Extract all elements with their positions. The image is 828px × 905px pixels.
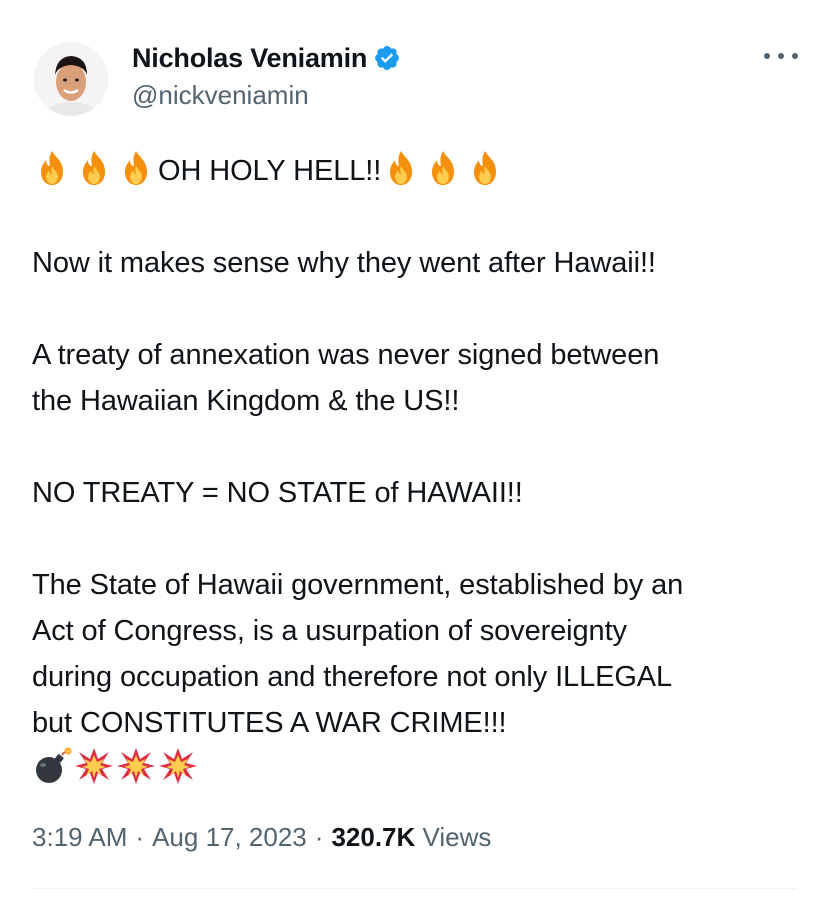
fire-emoji-icon — [116, 148, 156, 188]
tweet-line-1: OH HOLY HELL!! — [32, 148, 802, 194]
tweet-text: OH HOLY HELL!! Now it makes sense why th… — [32, 148, 802, 792]
views-label: Views — [422, 822, 492, 852]
tweet-paragraph-3-line-2: the Hawaiian Kingdom & the US!! — [32, 385, 460, 417]
tweet-closing-emoji — [32, 746, 802, 792]
avatar[interactable] — [34, 42, 108, 116]
fire-emoji-icon — [423, 148, 463, 188]
tweet-paragraph-2: Now it makes sense why they went after H… — [32, 247, 656, 279]
tweet-paragraph-3-line-1: A treaty of annexation was never signed … — [32, 339, 660, 371]
divider — [32, 888, 796, 889]
verified-badge-icon[interactable] — [373, 44, 401, 72]
dot-icon — [792, 53, 798, 59]
separator-dot: · — [135, 822, 145, 852]
fire-emoji-icon — [465, 148, 505, 188]
tweet-paragraph-4: NO TREATY = NO STATE of HAWAII!! — [32, 477, 523, 509]
views-count[interactable]: 320.7K — [331, 822, 415, 852]
dot-icon — [764, 53, 770, 59]
fire-emoji-icon — [32, 148, 72, 188]
dot-icon — [778, 53, 784, 59]
more-options-button[interactable] — [764, 42, 798, 70]
author-handle[interactable]: @nickveniamin — [132, 80, 309, 111]
fire-emoji-icon — [381, 148, 421, 188]
author-display-name[interactable]: Nicholas Veniamin — [132, 43, 367, 74]
tweet-paragraph-5-line-3: during occupation and therefore not only… — [32, 661, 673, 693]
tweet-time[interactable]: 3:19 AM — [32, 822, 127, 852]
tweet-metadata: 3:19 AM · Aug 17, 2023 · 320.7K Views — [32, 822, 491, 853]
tweet-paragraph-5-line-1: The State of Hawaii government, establis… — [32, 569, 684, 601]
collision-emoji-icon — [158, 746, 198, 786]
bomb-emoji-icon — [32, 746, 72, 786]
avatar-photo — [34, 42, 108, 116]
tweet-paragraph-5-line-2: Act of Congress, is a usurpation of sove… — [32, 615, 627, 647]
tweet-line-1-text: OH HOLY HELL!! — [158, 155, 382, 187]
fire-emoji-icon — [74, 148, 114, 188]
collision-emoji-icon — [74, 746, 114, 786]
collision-emoji-icon — [116, 746, 156, 786]
separator-dot: · — [314, 822, 324, 852]
author-name-row: Nicholas Veniamin — [132, 40, 401, 76]
tweet-paragraph-5-line-4: but CONSTITUTES A WAR CRIME!!! — [32, 707, 507, 739]
tweet-date[interactable]: Aug 17, 2023 — [152, 822, 307, 852]
